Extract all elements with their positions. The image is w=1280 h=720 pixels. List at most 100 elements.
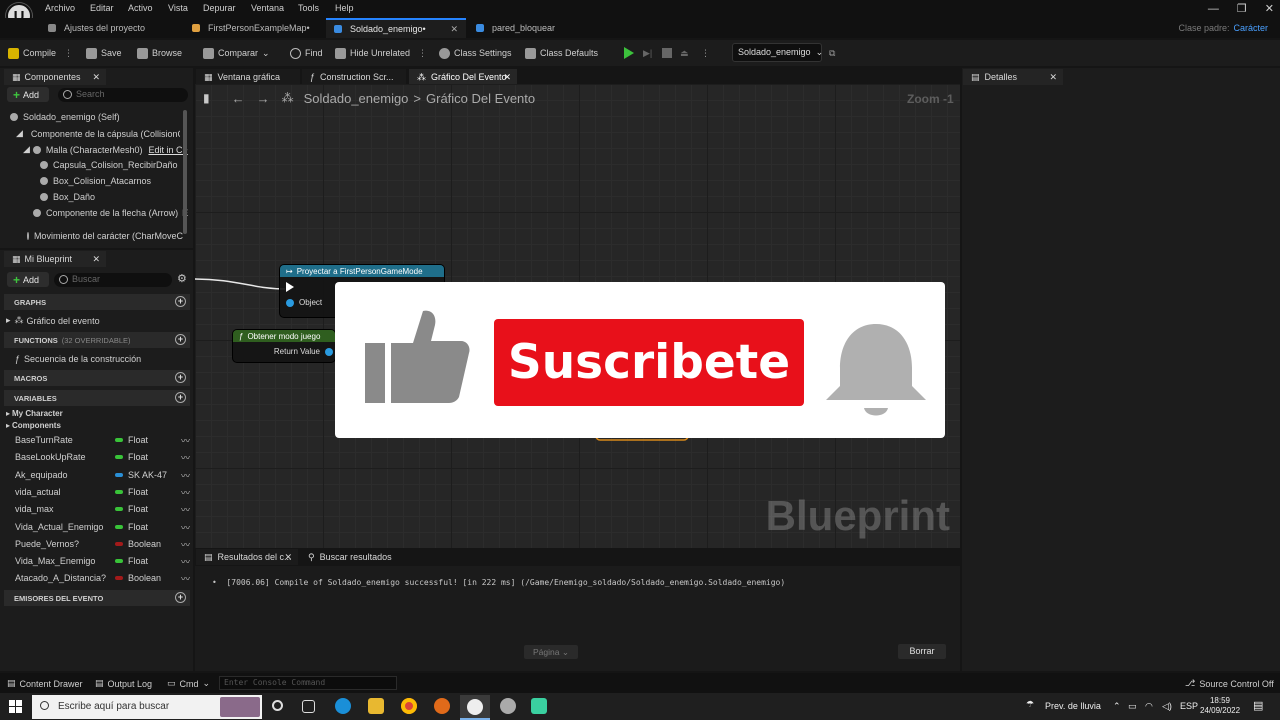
exec-pin-icon[interactable] [286,282,294,292]
menu-help[interactable]: Help [335,3,354,13]
find-button[interactable]: Find [290,45,323,61]
visibility-eye-icon[interactable]: 〰 [181,451,190,464]
weather-label[interactable]: Prev. de lluvia [1045,701,1101,711]
content-drawer-button[interactable]: ▤ Content Drawer [7,678,83,689]
debug-find-button[interactable]: ⧉ [829,45,835,61]
kebab-icon[interactable]: ⋮ [64,48,73,59]
menu-vista[interactable]: Vista [168,3,188,13]
kebab-icon[interactable]: ⋮ [418,48,427,59]
visibility-eye-icon[interactable]: 〰 [181,538,190,551]
notification-icon[interactable]: ▤ [1253,699,1263,712]
tree-item-capsula-colision[interactable]: Capsula_Colision_RecibirDaño [40,160,178,170]
tree-item-arrow[interactable]: Componente de la flecha (Arrow)E [33,208,188,218]
language-indicator[interactable]: ESP [1180,701,1198,711]
visibility-eye-icon[interactable]: 〰 [181,434,190,447]
variable-row[interactable]: Vida_Max_Enemigo Float 〰 [15,553,190,570]
stop-button[interactable] [662,45,672,61]
windows-start-icon[interactable] [9,700,22,713]
tab-detalles[interactable]: ▤ Detalles ✕ [963,69,1063,85]
macros-section-header[interactable]: MACROS + [4,370,190,386]
play-button[interactable] [624,45,634,61]
add-variable-icon[interactable]: + [175,392,186,403]
close-icon[interactable]: ✕ [92,72,100,83]
class-defaults-button[interactable]: Class Defaults [525,45,598,61]
subscribe-button[interactable]: Suscribete [494,319,804,406]
volume-icon[interactable]: ◁) [1162,701,1172,712]
close-icon[interactable]: ✕ [503,72,511,83]
variable-row[interactable]: Ak_equipado SK AK-47 〰 [15,467,190,484]
tab-resultados[interactable]: ▤ Resultados del c... ✕ [196,549,298,565]
minimize-icon[interactable]: — [1208,3,1219,15]
functions-section-header[interactable]: FUNCTIONS (32 OVERRIDABLE) + [4,332,190,348]
tab-construction-script[interactable]: ƒ Construction Scr... [302,69,406,85]
graph-item-event[interactable]: ▸ ⁂ Gráfico del evento [6,315,100,326]
tab-grafico-evento[interactable]: ⁂ Gráfico Del Evento ✕ [409,69,517,85]
menu-ventana[interactable]: Ventana [251,3,284,13]
menu-tools[interactable]: Tools [298,3,319,13]
add-member-button[interactable]: + Add [7,272,49,287]
gear-icon[interactable]: ⚙ [177,272,187,285]
variable-row[interactable]: vida_max Float 〰 [15,501,190,518]
tab-pared-bloquear[interactable]: pared_bloquear [468,18,588,38]
dispatchers-section-header[interactable]: EMISORES DEL EVENTO + [4,590,190,606]
compare-button[interactable]: Comparar ⌄ [203,45,270,61]
variable-type[interactable]: Float [115,435,148,445]
cmd-dropdown[interactable]: ▭ Cmd ⌄ [167,678,210,689]
tree-item-capsule[interactable]: ◢ Componente de la cápsula (CollisionC [16,128,180,139]
wifi-icon[interactable]: ◠ [1145,701,1153,712]
variable-row[interactable]: Puede_Vernos? Boolean 〰 [15,536,190,553]
tab-mi-blueprint[interactable]: ▦ Mi Blueprint ✕ [4,251,106,267]
hide-unrelated-button[interactable]: Hide Unrelated ⋮ [335,45,427,61]
visibility-eye-icon[interactable]: 〰 [181,521,190,534]
edit-in-cpp-link[interactable]: Edit in C+ [148,145,187,155]
variable-type[interactable]: Float [115,452,148,462]
close-icon[interactable]: ✕ [92,254,100,265]
visibility-eye-icon[interactable]: 〰 [181,469,190,482]
play-options-button[interactable]: ⋮ [701,45,710,61]
close-tab-icon[interactable]: ✕ [450,24,458,35]
clear-button[interactable]: Borrar [898,644,946,659]
tab-firstperson-map[interactable]: FirstPersonExampleMap• [184,18,320,38]
edge-icon[interactable] [335,698,351,714]
visibility-eye-icon[interactable]: 〰 [181,572,190,585]
app-icon[interactable] [500,698,516,714]
variable-type[interactable]: Float [115,522,148,532]
bell-icon[interactable] [826,324,926,422]
save-button[interactable]: Save [86,45,122,61]
page-dropdown[interactable]: Página ⌄ [524,645,578,659]
add-function-icon[interactable]: + [175,334,186,345]
menu-activo[interactable]: Activo [128,3,153,13]
tab-buscar-resultados[interactable]: ⚲ Buscar resultados [300,549,410,565]
visibility-eye-icon[interactable]: 〰 [181,503,190,516]
close-icon[interactable]: ✕ [1049,72,1057,83]
tree-item-box-dano[interactable]: Box_Daño [40,192,95,202]
variable-type[interactable]: Float [115,487,148,497]
variable-type[interactable]: SK AK-47 [115,470,167,480]
add-dispatcher-icon[interactable]: + [175,592,186,603]
visibility-eye-icon[interactable]: 〰 [181,486,190,499]
parent-class-link[interactable]: Carácter [1233,23,1268,33]
variable-row[interactable]: vida_actual Float 〰 [15,484,190,501]
visibility-eye-icon[interactable]: 〰 [181,555,190,568]
class-settings-button[interactable]: Class Settings [439,45,512,61]
taskbar-search-input[interactable]: Escribe aquí para buscar [32,695,262,719]
thumbs-up-icon[interactable] [363,307,471,407]
function-item-construction[interactable]: ƒ Secuencia de la construcción [15,354,141,364]
restore-icon[interactable]: ❐ [1237,3,1247,15]
variables-section-header[interactable]: VARIABLES + [4,390,190,406]
add-graph-icon[interactable]: + [175,296,186,307]
menu-archivo[interactable]: Archivo [45,3,75,13]
tab-soldado-enemigo[interactable]: Soldado_enemigo• ✕ [326,18,466,38]
variable-row[interactable]: BaseTurnRate Float 〰 [15,432,190,449]
app-icon[interactable] [434,698,450,714]
task-view-icon[interactable] [302,700,315,713]
close-icon[interactable]: ✕ [1265,3,1274,15]
tree-item-movement[interactable]: Movimiento del carácter (CharMoveC [27,231,183,241]
variable-row[interactable]: BaseLookUpRate Float 〰 [15,449,190,466]
variable-type[interactable]: Boolean [115,573,161,583]
tree-item-mesh[interactable]: ◢ Malla (CharacterMesh0) Edit in C+ [23,144,188,155]
clock[interactable]: 18:59 24/09/2022 [1200,696,1240,716]
variable-type[interactable]: Float [115,504,148,514]
compile-button[interactable]: Compile ⋮ [8,45,73,61]
add-component-button[interactable]: + Add [7,87,49,102]
